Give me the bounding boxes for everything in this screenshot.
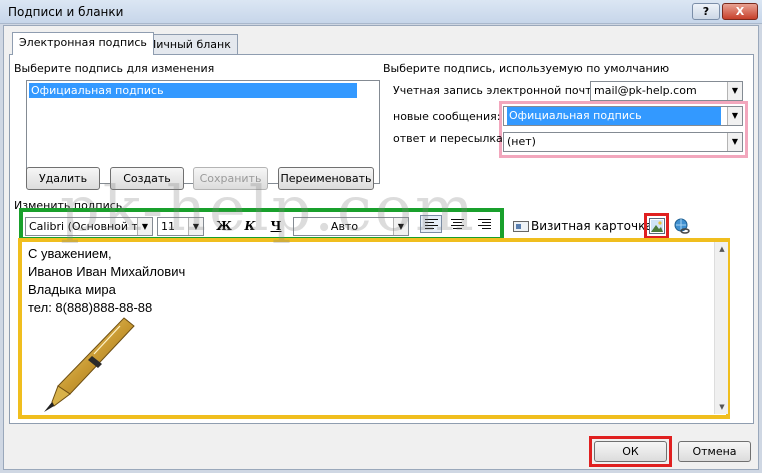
account-value: mail@pk-help.com [594,84,697,97]
new-messages-value: Официальная подпись [507,107,721,125]
tab-personal-stationery[interactable]: Личный бланк [141,34,238,54]
insert-hyperlink-button[interactable] [673,217,691,235]
business-card-icon [513,221,529,232]
align-left-icon [425,219,438,231]
chevron-down-icon: ▼ [188,218,203,235]
chevron-down-icon: ▼ [727,82,742,100]
italic-button[interactable]: К [240,217,260,235]
font-size-select[interactable]: 11 ▼ [157,217,204,236]
font-color-select[interactable]: Авто ▼ [293,217,409,236]
business-card-button[interactable]: Визитная карточка [531,219,653,233]
editor-scrollbar[interactable]: ▲ ▼ [714,242,728,414]
scroll-up-icon[interactable]: ▲ [715,242,729,256]
reply-forward-value: (нет) [507,135,536,148]
save-button[interactable]: Сохранить [193,167,268,190]
help-button[interactable]: ? [692,3,720,20]
rename-button[interactable]: Переименовать [278,167,374,190]
signature-line: тел: 8(888)888-88-88 [28,300,153,315]
default-signature-heading: Выберите подпись, используемую по умолча… [383,62,670,75]
hyperlink-icon [674,218,690,234]
tab-email-signature[interactable]: Электронная подпись [12,32,154,55]
reply-forward-select[interactable]: (нет) ▼ [503,132,743,152]
pen-image [44,317,135,412]
insert-picture-button[interactable] [649,218,665,234]
align-left-button[interactable] [420,215,442,233]
align-center-icon [451,219,464,231]
cancel-button[interactable]: Отмена [678,441,751,462]
title-bar: Подписи и бланки ? X [0,0,762,24]
reply-forward-label: ответ и пересылка: [393,132,507,145]
insert-picture-icon [649,218,665,234]
account-label: Учетная запись электронной почты: [393,84,604,97]
chevron-down-icon: ▼ [727,107,742,125]
account-select[interactable]: mail@pk-help.com ▼ [590,81,743,101]
signature-line: С уважением, [28,246,112,261]
select-signature-heading: Выберите подпись для изменения [14,62,215,75]
scroll-down-icon[interactable]: ▼ [715,400,729,414]
align-right-icon [478,219,491,231]
new-messages-select[interactable]: Официальная подпись ▼ [503,106,743,126]
chevron-down-icon: ▼ [727,133,742,151]
align-center-button[interactable] [446,215,468,233]
window-title: Подписи и бланки [8,5,124,19]
chevron-down-icon: ▼ [137,218,152,235]
font-size-value: 11 [161,220,175,233]
signature-editor[interactable]: С уважением, Иванов Иван Михайлович Влад… [22,242,728,414]
close-button[interactable]: X [722,3,758,20]
signature-line: Владыка мира [28,282,116,297]
delete-button[interactable]: Удалить [26,167,100,190]
font-select[interactable]: Calibri (Основной текс ▼ [25,217,153,236]
signature-line: Иванов Иван Михайлович [28,264,186,279]
create-button[interactable]: Создать [110,167,184,190]
bold-button[interactable]: Ж [214,217,234,235]
underline-button[interactable]: Ч [266,217,286,235]
font-value: Calibri (Основной текс [29,220,153,233]
chevron-down-icon: ▼ [393,218,408,235]
align-right-button[interactable] [473,215,495,233]
list-item[interactable]: Официальная подпись [29,83,357,98]
new-messages-label: новые сообщения: [393,110,501,123]
ok-button[interactable]: ОК [594,441,667,462]
font-color-value: Авто [330,220,359,233]
